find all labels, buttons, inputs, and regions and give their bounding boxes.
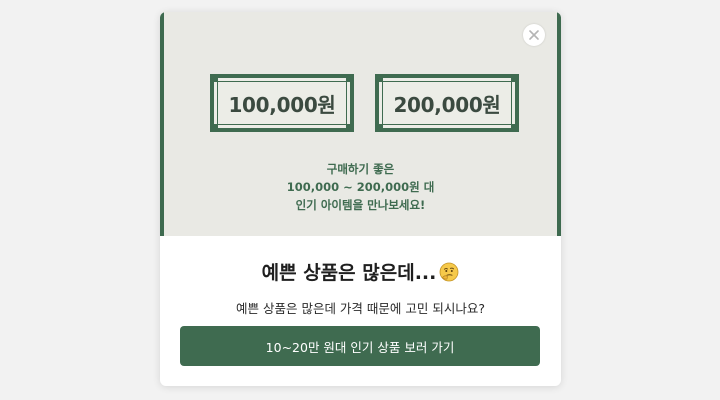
banner-caption-line: 인기 아이템을 만나보세요!: [295, 198, 426, 212]
banner-caption-line: 100,000 ~ 200,000원 대: [286, 180, 435, 194]
promo-popup: 100,000원 200,000원 구매하기 좋은 100,000 ~ 200,…: [160, 12, 561, 386]
browse-popular-items-button[interactable]: 10~20만 원대 인기 상품 보러 가기: [180, 326, 540, 366]
voucher-200000: 200,000원: [375, 74, 519, 132]
voucher-amount: 200,000원: [393, 92, 501, 117]
banner-caption: 구매하기 좋은 100,000 ~ 200,000원 대 인기 아이템을 만나보…: [164, 160, 557, 214]
headline-text: 예쁜 상품은 많은데...: [261, 262, 437, 284]
voucher-100000: 100,000원: [210, 74, 354, 132]
close-button[interactable]: [523, 24, 545, 46]
banner-caption-line: 구매하기 좋은: [326, 162, 395, 176]
close-icon: [529, 30, 539, 40]
popup-subtext: 예쁜 상품은 많은데 가격 때문에 고민 되시나요?: [236, 301, 485, 316]
voucher-amount: 100,000원: [228, 92, 336, 117]
thinking-face-icon: [439, 262, 459, 282]
popup-headline: 예쁜 상품은 많은데...: [160, 258, 561, 285]
promo-banner[interactable]: 100,000원 200,000원 구매하기 좋은 100,000 ~ 200,…: [160, 12, 561, 236]
